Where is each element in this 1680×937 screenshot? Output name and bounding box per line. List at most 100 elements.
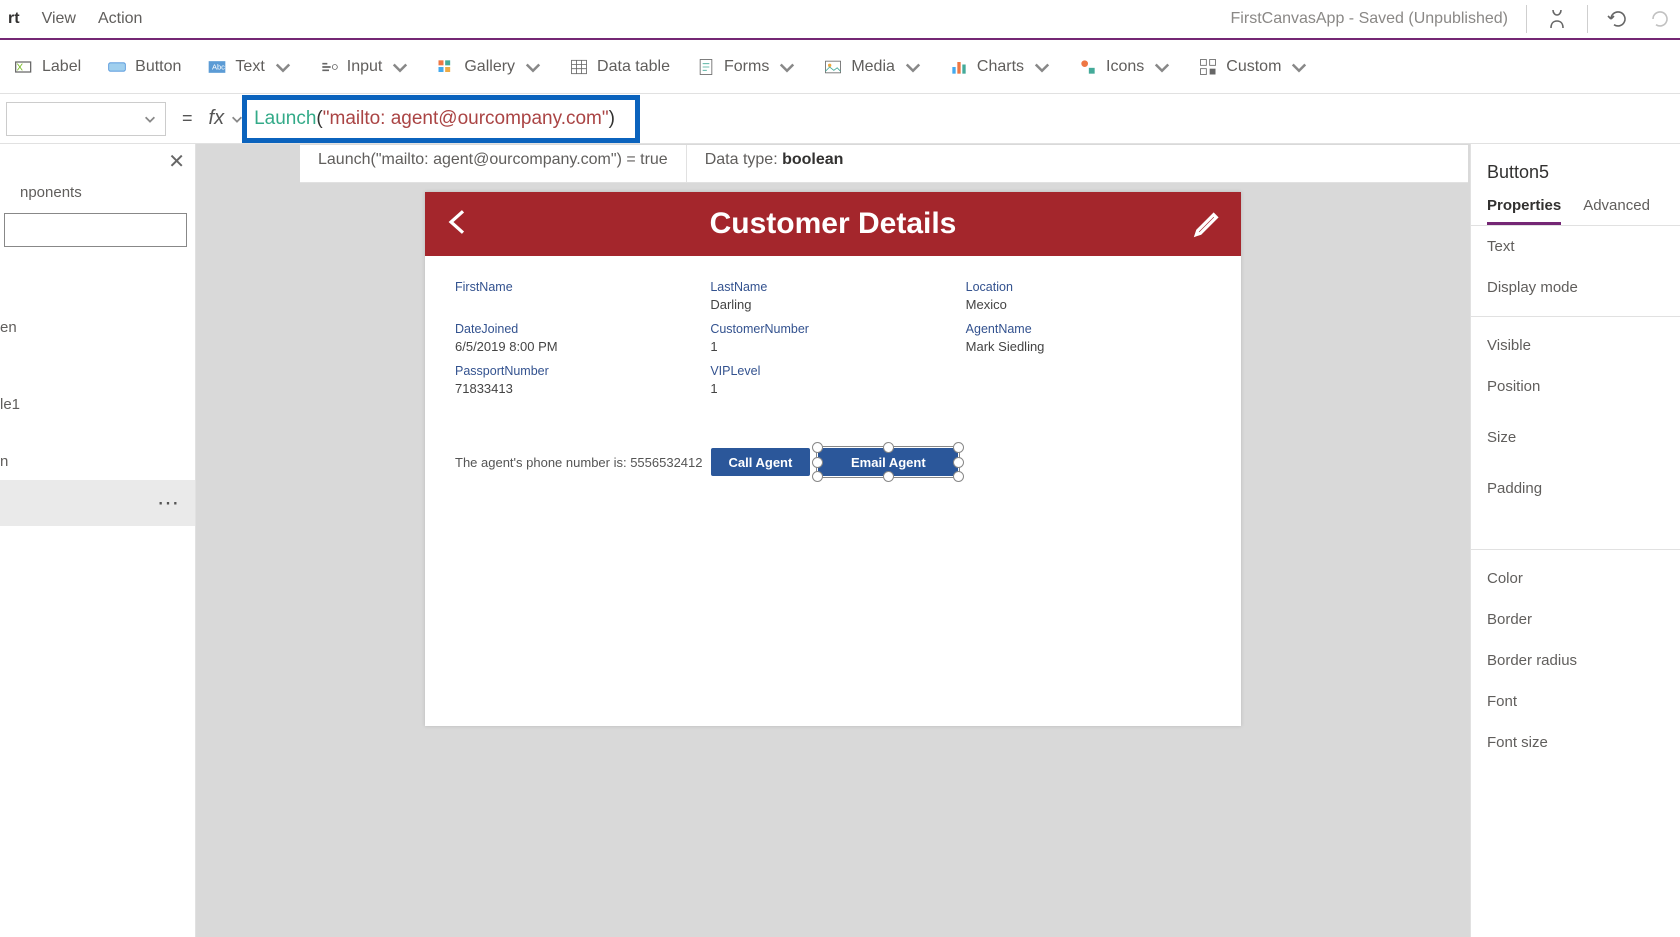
prop-text[interactable]: Text xyxy=(1471,226,1680,267)
prop-position[interactable]: Position xyxy=(1471,366,1680,407)
app-status: FirstCanvasApp - Saved (Unpublished) xyxy=(1231,10,1508,28)
ribbon-media[interactable]: Media xyxy=(823,57,923,77)
more-icon[interactable]: ⋯ xyxy=(157,490,181,516)
tree-item[interactable]: n xyxy=(0,443,195,480)
resize-handle[interactable] xyxy=(953,457,964,468)
properties-pane: Button5 Properties Advanced Text Display… xyxy=(1470,144,1680,937)
tree-item[interactable] xyxy=(0,366,195,386)
ribbon-input[interactable]: Input xyxy=(319,57,411,77)
formula-func: Launch xyxy=(254,108,316,130)
tab-advanced[interactable]: Advanced xyxy=(1583,189,1650,225)
input-icon xyxy=(319,57,339,77)
resize-handle[interactable] xyxy=(953,471,964,482)
field-agentname: AgentName Mark Siedling xyxy=(966,322,1211,354)
prop-border[interactable]: Border xyxy=(1471,599,1680,640)
prop-font-size[interactable]: Font size xyxy=(1471,722,1680,763)
ribbon-label[interactable]: Label xyxy=(14,57,81,77)
ribbon-text[interactable]: Abc Text xyxy=(207,57,292,77)
ribbon-datatable[interactable]: Data table xyxy=(569,57,670,77)
field-passportnumber: PassportNumber71833413 xyxy=(455,364,700,396)
prop-size[interactable]: Size xyxy=(1471,407,1680,458)
field-value: Mexico xyxy=(966,297,1211,312)
tree-item-selected[interactable]: ⋯ xyxy=(0,480,195,526)
selected-control[interactable]: Email Agent xyxy=(818,448,958,476)
ribbon-button[interactable]: Button xyxy=(107,57,181,77)
tree-search-input[interactable] xyxy=(4,213,187,247)
prop-font[interactable]: Font xyxy=(1471,681,1680,722)
fx-label[interactable]: fx xyxy=(209,107,245,130)
field-label: DateJoined xyxy=(455,322,700,336)
close-icon[interactable]: ✕ xyxy=(168,149,185,174)
ribbon-charts[interactable]: Charts xyxy=(949,57,1052,77)
field-label: VIPLevel xyxy=(710,364,955,378)
tree-item[interactable] xyxy=(0,346,195,366)
chevron-down-icon xyxy=(273,57,293,77)
app-checker-icon[interactable] xyxy=(1545,7,1569,31)
prop-visible[interactable]: Visible xyxy=(1471,325,1680,366)
prop-padding[interactable]: Padding xyxy=(1471,458,1680,509)
back-icon[interactable] xyxy=(443,204,475,248)
prop-border-radius[interactable]: Border radius xyxy=(1471,640,1680,681)
undo-icon[interactable] xyxy=(1606,7,1630,31)
ribbon-icons[interactable]: Icons xyxy=(1078,57,1172,77)
button-icon xyxy=(107,57,127,77)
resize-handle[interactable] xyxy=(953,442,964,453)
call-agent-button[interactable]: Call Agent xyxy=(711,448,811,476)
field-lastname: LastNameDarling xyxy=(710,280,955,312)
ribbon-gallery-label: Gallery xyxy=(464,58,515,76)
field-label: AgentName xyxy=(966,322,1211,336)
menu-insert[interactable]: rt xyxy=(8,10,20,28)
menu-view[interactable]: View xyxy=(42,10,76,28)
tree-item[interactable] xyxy=(0,269,195,289)
field-value: Mark Siedling xyxy=(966,339,1211,354)
ribbon-forms[interactable]: Forms xyxy=(696,57,797,77)
ribbon-input-label: Input xyxy=(347,58,383,76)
separator xyxy=(1471,316,1680,317)
field-location: Location Mexico xyxy=(966,280,1211,312)
ribbon-label-text: Label xyxy=(42,58,81,76)
label-icon xyxy=(14,57,34,77)
tree-pane: ✕ nponents en le1 n ⋯ xyxy=(0,144,196,937)
property-selector[interactable] xyxy=(6,102,166,136)
prop-display-mode[interactable]: Display mode xyxy=(1471,267,1680,308)
field-value: 71833413 xyxy=(455,381,700,396)
tree-item[interactable]: en xyxy=(0,309,195,346)
custom-icon xyxy=(1198,57,1218,77)
tab-properties[interactable]: Properties xyxy=(1487,189,1561,225)
equals-sign: = xyxy=(166,108,209,129)
tree-tab-components[interactable]: nponents xyxy=(0,178,195,211)
formula-paren-close: ) xyxy=(609,108,615,130)
ribbon-gallery[interactable]: Gallery xyxy=(436,57,543,77)
formula-eval-result: Launch("mailto: agent@ourcompany.com") =… xyxy=(300,145,686,182)
action-row: The agent's phone number is: 5556532412 … xyxy=(425,414,1241,510)
tree-items: en le1 n ⋯ xyxy=(0,259,195,937)
formula-string: "mailto: agent@ourcompany.com" xyxy=(323,108,609,130)
edit-icon[interactable] xyxy=(1191,206,1223,250)
selected-control-name: Button5 xyxy=(1471,144,1680,189)
field-viplevel: VIPLevel1 xyxy=(710,364,955,396)
prop-color[interactable]: Color xyxy=(1471,558,1680,599)
resize-handle[interactable] xyxy=(883,471,894,482)
ribbon-forms-label: Forms xyxy=(724,58,769,76)
field-value: Darling xyxy=(710,297,955,312)
field-customernumber: CustomerNumber1 xyxy=(710,322,955,354)
chevron-down-icon xyxy=(523,57,543,77)
formula-data-type: Data type: boolean xyxy=(686,145,862,182)
ribbon-custom-label: Custom xyxy=(1226,58,1281,76)
menu-action[interactable]: Action xyxy=(98,10,142,28)
formula-bar[interactable]: Launch("mailto: agent@ourcompany.com") xyxy=(244,97,1680,141)
field-label: Location xyxy=(966,280,1211,294)
chevron-down-icon xyxy=(1289,57,1309,77)
tree-item[interactable]: le1 xyxy=(0,386,195,423)
redo-icon[interactable] xyxy=(1648,7,1672,31)
text-icon: Abc xyxy=(207,57,227,77)
resize-handle[interactable] xyxy=(812,471,823,482)
app-screen: Customer Details FirstName LastNameDarli… xyxy=(425,192,1241,726)
svg-text:Abc: Abc xyxy=(212,62,225,71)
tree-item[interactable] xyxy=(0,289,195,309)
canvas[interactable]: Launch("mailto: agent@ourcompany.com") =… xyxy=(196,144,1470,937)
ribbon-custom[interactable]: Custom xyxy=(1198,57,1309,77)
tree-item[interactable] xyxy=(0,423,195,443)
ribbon-button-text: Button xyxy=(135,58,181,76)
field-value: 6/5/2019 8:00 PM xyxy=(455,339,700,354)
